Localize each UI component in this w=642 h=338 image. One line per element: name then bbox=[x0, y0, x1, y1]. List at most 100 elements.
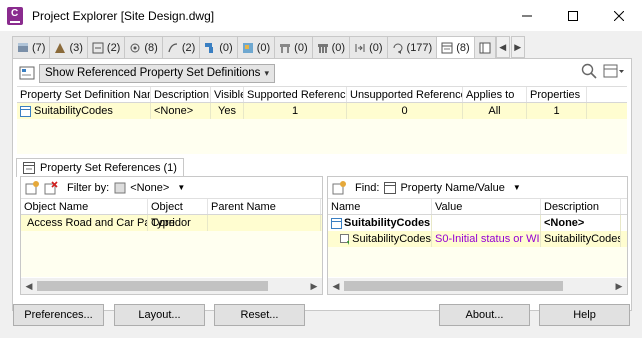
column-header[interactable]: Object Type bbox=[148, 199, 208, 229]
alignment-icon bbox=[55, 42, 66, 53]
grading-icon bbox=[242, 42, 253, 53]
pressure-network-icon bbox=[317, 43, 328, 53]
tab-alignments[interactable]: (3) bbox=[49, 36, 88, 58]
property-set-icon bbox=[384, 181, 397, 194]
tab-pipe-networks[interactable]: (0) bbox=[274, 36, 313, 58]
column-header[interactable]: Parent Name bbox=[208, 199, 321, 214]
left-horizontal-scrollbar[interactable]: ◀ ▶ bbox=[21, 278, 322, 294]
tab-points[interactable]: (8) bbox=[124, 36, 163, 58]
column-header[interactable]: Applies to bbox=[463, 87, 527, 102]
column-header[interactable]: Properties bbox=[527, 87, 587, 102]
scroll-thumb[interactable] bbox=[344, 281, 563, 291]
left-pane-toolbar: Filter by: <None> ▼ bbox=[21, 177, 322, 199]
section-icon bbox=[355, 43, 365, 52]
about-button[interactable]: About... bbox=[439, 304, 530, 326]
chevron-down-icon: ▾ bbox=[264, 67, 269, 78]
tab-scroll-right-button[interactable]: ▶ bbox=[510, 36, 525, 58]
column-header[interactable]: Name bbox=[328, 199, 432, 214]
cell: SuitabilityCodes bbox=[34, 105, 113, 117]
right-horizontal-scrollbar[interactable]: ◀ ▶ bbox=[328, 278, 627, 294]
table-icon bbox=[479, 42, 491, 53]
view-mode-dropdown[interactable]: Show Referenced Property Set Definitions… bbox=[39, 63, 275, 83]
window-title: Project Explorer [Site Design.dwg] bbox=[32, 8, 215, 23]
column-header[interactable]: Unsupported References bbox=[347, 87, 463, 102]
column-header[interactable]: Object Name bbox=[21, 199, 148, 214]
property-value-cell[interactable]: S0-Initial status or WIP bbox=[432, 231, 541, 247]
property-set-icon bbox=[331, 217, 342, 229]
close-button[interactable] bbox=[596, 0, 642, 31]
profile-icon bbox=[92, 42, 104, 53]
tab-property-sets[interactable]: (8) bbox=[436, 36, 475, 59]
tab-feature-lines[interactable]: (2) bbox=[161, 36, 201, 58]
tab-scroll-left-button[interactable]: ◀ bbox=[495, 36, 510, 58]
cell: All bbox=[463, 103, 527, 119]
surface-icon bbox=[18, 42, 28, 52]
reset-button[interactable]: Reset... bbox=[214, 304, 305, 326]
caret-down-icon: ▼ bbox=[177, 183, 186, 192]
parcel-icon bbox=[205, 42, 214, 53]
tab-grading[interactable]: (0) bbox=[236, 36, 276, 58]
tab-surfaces[interactable]: (7) bbox=[12, 36, 51, 58]
tab-profiles[interactable]: (2) bbox=[86, 36, 126, 58]
objects-grid-body: Access Road and Car Park Corridor bbox=[21, 215, 322, 277]
tab-pressure-networks[interactable]: (0) bbox=[311, 36, 351, 58]
column-header[interactable]: Description bbox=[541, 199, 621, 214]
scroll-thumb[interactable] bbox=[37, 281, 269, 291]
maximize-button[interactable] bbox=[550, 0, 596, 31]
group-description: <None> bbox=[541, 215, 621, 231]
column-header[interactable]: Visible bbox=[211, 87, 244, 102]
column-header[interactable]: Value bbox=[432, 199, 541, 214]
group-name: SuitabilityCodes bbox=[344, 217, 431, 229]
cell: Corridor bbox=[148, 215, 208, 231]
remove-reference-icon[interactable] bbox=[44, 180, 58, 195]
civil3d-app-icon: C bbox=[7, 6, 23, 25]
find-dropdown[interactable]: Property Name/Value ▼ bbox=[384, 181, 521, 194]
object-type-tabs: (7) (3) (2) (8) (2) (0) (0) (0) (0) (0) … bbox=[12, 36, 632, 59]
column-header[interactable]: Supported References bbox=[244, 87, 347, 102]
cell: SuitabilityCodes bbox=[352, 233, 431, 245]
table-row[interactable]: SuitabilityCodes <None> Yes 1 0 All 1 bbox=[17, 103, 627, 119]
add-reference-icon[interactable] bbox=[25, 180, 39, 195]
column-header[interactable]: Property Set Definition Name bbox=[17, 87, 151, 102]
grid-header: Property Set Definition Name Description… bbox=[17, 87, 627, 103]
layout-button[interactable]: Layout... bbox=[114, 304, 205, 326]
search-icon[interactable] bbox=[581, 63, 597, 79]
property-row[interactable]: SuitabilityCodes S0-Initial status or WI… bbox=[328, 231, 627, 247]
minimize-button[interactable] bbox=[504, 0, 550, 31]
scroll-left-icon[interactable]: ◀ bbox=[328, 281, 344, 292]
find-label: Find: bbox=[355, 181, 380, 194]
property-group-row[interactable]: SuitabilityCodes <None> bbox=[328, 215, 627, 231]
referenced-objects-pane: Filter by: <None> ▼ Object Name Object T… bbox=[20, 176, 323, 295]
filter-label: Filter by: bbox=[67, 181, 110, 194]
cell: SuitabilityCodes bbox=[541, 231, 621, 247]
column-header[interactable]: Description bbox=[151, 87, 211, 102]
corridor-link-icon bbox=[393, 43, 403, 54]
tab-corridor-links[interactable]: (177) bbox=[386, 36, 438, 58]
scroll-left-icon[interactable]: ◀ bbox=[21, 281, 37, 292]
cell: 1 bbox=[244, 103, 347, 119]
caret-down-icon: ▼ bbox=[512, 183, 521, 192]
cell: Yes bbox=[211, 103, 244, 119]
title-bar: C Project Explorer [Site Design.dwg] bbox=[0, 0, 642, 31]
view-options-icon[interactable] bbox=[19, 65, 35, 81]
tab-property-set-references[interactable]: Property Set References (1) bbox=[16, 158, 184, 177]
table-row[interactable]: Access Road and Car Park Corridor bbox=[21, 215, 322, 231]
cell: 0 bbox=[347, 103, 463, 119]
help-button[interactable]: Help bbox=[539, 304, 630, 326]
tab-sections[interactable]: (0) bbox=[349, 36, 388, 58]
cell: Access Road and Car Park bbox=[27, 217, 148, 229]
scroll-right-icon[interactable]: ▶ bbox=[611, 281, 627, 292]
edit-properties-icon[interactable] bbox=[332, 180, 346, 195]
tab-more[interactable] bbox=[473, 36, 496, 58]
property-set-icon bbox=[441, 42, 453, 54]
objects-grid-header: Object Name Object Type Parent Name bbox=[21, 199, 322, 229]
layout-options-icon[interactable] bbox=[603, 63, 625, 79]
scroll-right-icon[interactable]: ▶ bbox=[306, 281, 322, 292]
filter-dropdown[interactable]: <None> ▼ bbox=[114, 182, 185, 194]
properties-grid-header: Name Value Description bbox=[328, 199, 627, 215]
preferences-button[interactable]: Preferences... bbox=[13, 304, 104, 326]
property-set-icon bbox=[23, 162, 35, 174]
tab-parcels[interactable]: (0) bbox=[199, 36, 238, 58]
right-pane-toolbar: Find: Property Name/Value ▼ bbox=[328, 177, 627, 199]
pipe-network-icon bbox=[280, 43, 291, 53]
